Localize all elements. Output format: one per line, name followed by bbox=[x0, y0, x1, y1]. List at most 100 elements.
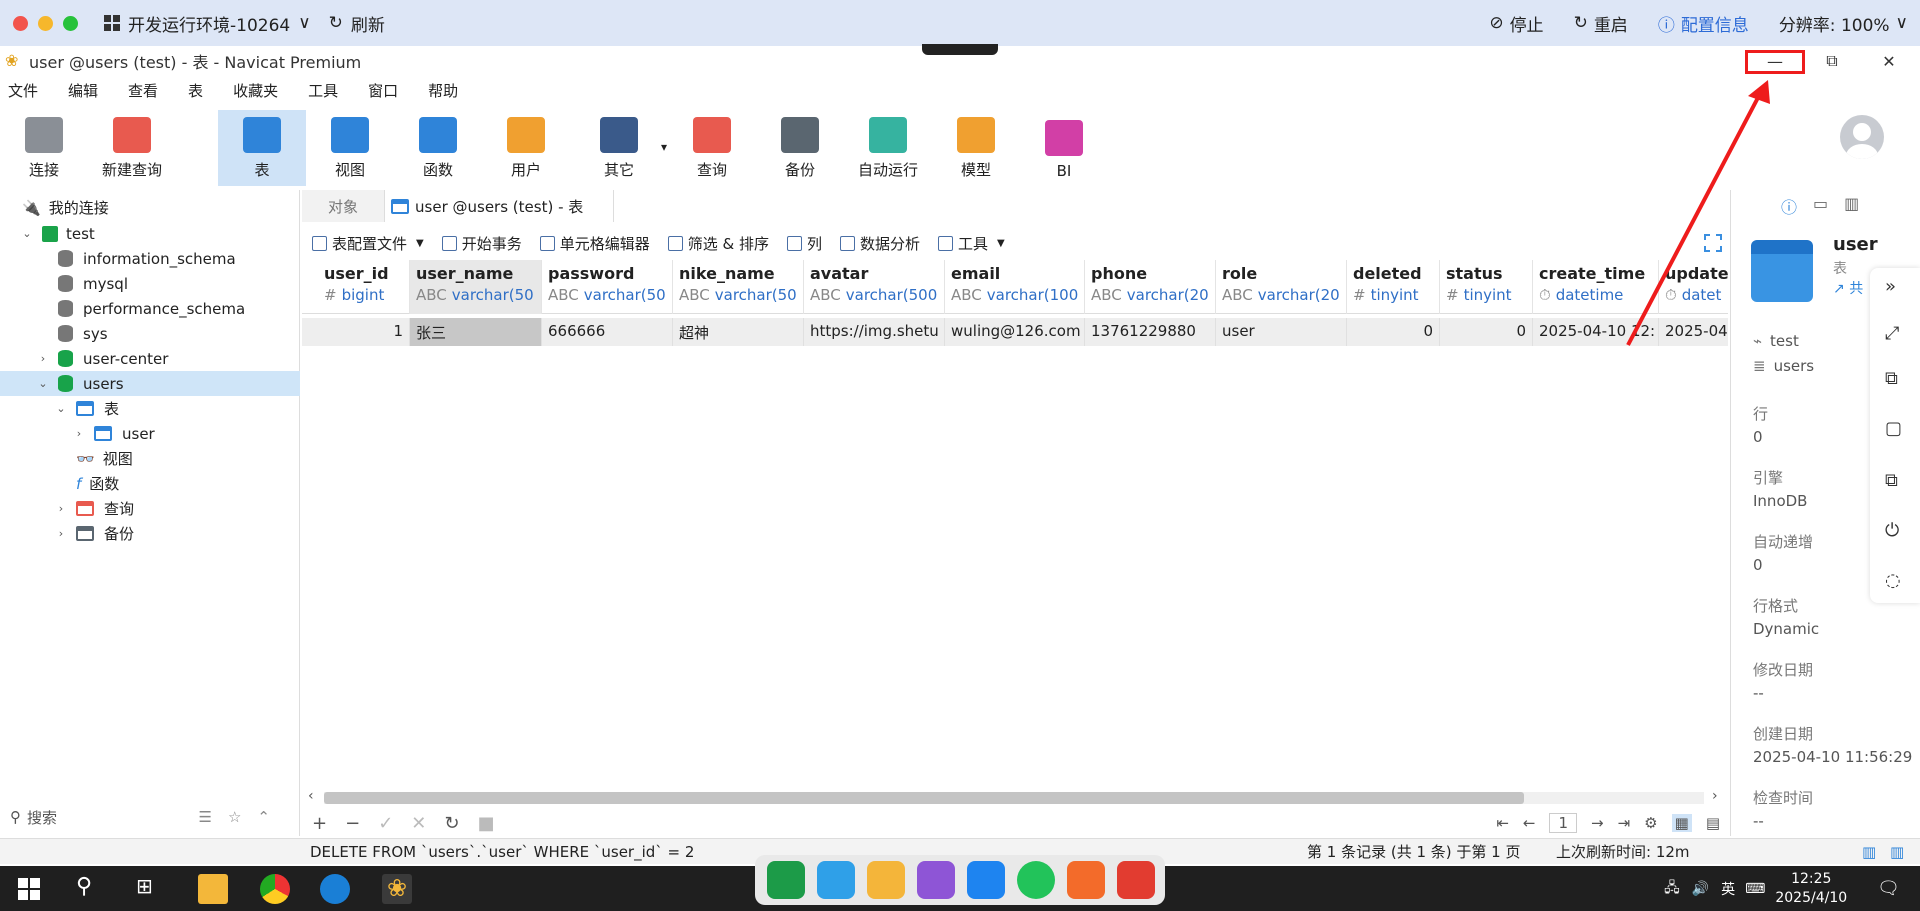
page-number-input[interactable]: 1 bbox=[1549, 813, 1578, 833]
refresh-button[interactable]: 刷新 bbox=[351, 11, 385, 36]
table-row[interactable]: 1 张三 666666 超神 https://img.shetu wuling@126.c… bbox=[302, 318, 1728, 346]
discard-icon[interactable]: ✕ bbox=[411, 813, 426, 834]
refresh-icon[interactable]: ↻ bbox=[329, 13, 343, 33]
column-header[interactable]: phone ABC varchar(20) bbox=[1085, 260, 1216, 314]
toolbar-button-7[interactable]: 查询 bbox=[668, 110, 756, 186]
dock-monitor-icon[interactable] bbox=[817, 861, 855, 899]
table-cell[interactable]: 0 bbox=[1440, 318, 1533, 346]
next-page-icon[interactable]: → bbox=[1591, 814, 1604, 832]
add-row-icon[interactable]: + bbox=[312, 813, 327, 834]
toolbar-button-5[interactable]: 用户 bbox=[482, 110, 570, 186]
table-cell[interactable]: https://img.shetu bbox=[804, 318, 945, 346]
toolbar-button-9[interactable]: 自动运行 bbox=[844, 110, 932, 186]
filter-icon[interactable]: ☰ bbox=[199, 808, 212, 826]
collapse-icon[interactable]: ⌃ bbox=[257, 808, 270, 826]
restore-button[interactable]: ⧉ bbox=[1803, 48, 1861, 74]
power-icon[interactable]: ⏻ bbox=[1885, 520, 1899, 541]
tree-db-performance-schema[interactable]: performance_schema bbox=[0, 296, 300, 321]
resolution-selector[interactable]: 分辨率: 100% ∨ bbox=[1779, 11, 1908, 36]
table-cell[interactable]: 超神 bbox=[673, 318, 804, 346]
column-header[interactable]: user_name ABC varchar(50) bbox=[410, 260, 542, 314]
layout-icon[interactable]: ▥ bbox=[1844, 194, 1859, 218]
tools-button[interactable]: 工具 ▼ bbox=[938, 233, 1005, 254]
maximize-dot[interactable] bbox=[63, 15, 78, 31]
fullscreen-icon[interactable] bbox=[1704, 234, 1722, 252]
begin-transaction-button[interactable]: 开始事务 bbox=[441, 233, 522, 254]
toolbar-button-10[interactable]: 模型 bbox=[932, 110, 1020, 186]
panel-right-icon[interactable]: ▥ bbox=[1890, 843, 1904, 861]
menu-tools[interactable]: 工具 bbox=[308, 80, 338, 102]
toolbar-button-4[interactable]: 函数 bbox=[394, 110, 482, 186]
tree-folder-backups[interactable]: › 备份 bbox=[0, 521, 300, 546]
file-explorer-icon[interactable] bbox=[198, 874, 228, 904]
toolbar-button-1[interactable]: 新建查询 bbox=[88, 110, 176, 186]
tree-search-box[interactable]: ⚲ 搜索 ☰ ☆ ⌃ bbox=[0, 798, 300, 836]
tab-objects[interactable]: 对象 bbox=[302, 190, 386, 222]
dock-sign-icon[interactable] bbox=[767, 861, 805, 899]
share-link[interactable]: ↗ 共 bbox=[1833, 278, 1863, 298]
config-button[interactable]: ⓘ 配置信息 bbox=[1658, 11, 1749, 36]
star-icon[interactable]: ☆ bbox=[228, 808, 241, 826]
column-header[interactable]: password ABC varchar(50) bbox=[542, 260, 673, 314]
delete-row-icon[interactable]: − bbox=[345, 813, 360, 834]
table-cell[interactable]: 2025-04-10 12: bbox=[1533, 318, 1659, 346]
table-cell[interactable]: 0 bbox=[1347, 318, 1440, 346]
volume-icon[interactable]: 🔊 bbox=[1692, 881, 1709, 897]
info-icon[interactable]: ⓘ bbox=[1781, 194, 1797, 218]
table-cell[interactable]: 张三 bbox=[410, 318, 542, 346]
menu-view[interactable]: 查看 bbox=[128, 80, 158, 102]
navicat-icon[interactable]: ❀ bbox=[382, 874, 412, 904]
stop-icon[interactable]: ■ bbox=[477, 813, 494, 834]
prev-page-icon[interactable]: ← bbox=[1523, 814, 1536, 832]
chrome-icon[interactable] bbox=[260, 874, 290, 904]
menu-help[interactable]: 帮助 bbox=[428, 80, 458, 102]
toolbar-button-6[interactable]: 其它 ▾ bbox=[575, 110, 667, 186]
menu-edit[interactable]: 编辑 bbox=[68, 80, 98, 102]
toolbar-button-8[interactable]: 备份 bbox=[756, 110, 844, 186]
edge-icon[interactable] bbox=[320, 874, 350, 904]
tree-db-user-center[interactable]: › user-center bbox=[0, 346, 300, 371]
ime-indicator[interactable]: 英 bbox=[1721, 879, 1735, 899]
grid-view-icon[interactable]: ▦ bbox=[1671, 814, 1692, 832]
columns-button[interactable]: 列 bbox=[786, 233, 822, 254]
scroll-thumb[interactable] bbox=[324, 792, 1524, 804]
minimize-dot[interactable] bbox=[38, 15, 53, 31]
first-page-icon[interactable]: ⇤ bbox=[1496, 814, 1509, 832]
env-selector[interactable]: 开发运行环境-10264 bbox=[128, 11, 290, 36]
search-icon[interactable]: ⚲ bbox=[76, 874, 106, 904]
dock-power-icon[interactable] bbox=[1117, 861, 1155, 899]
network-icon[interactable]: 🖧 bbox=[1664, 877, 1680, 901]
stop-button[interactable]: ⊘ 停止 bbox=[1489, 11, 1543, 36]
horizontal-scrollbar[interactable]: ‹ › bbox=[302, 788, 1728, 806]
table-cell[interactable]: 13761229880 bbox=[1085, 318, 1216, 346]
copy-icon[interactable]: ⧉ bbox=[1885, 470, 1898, 491]
split-icon[interactable]: ⧉ bbox=[1885, 368, 1898, 389]
tree-folder-queries[interactable]: › 查询 bbox=[0, 496, 300, 521]
column-header[interactable]: status # tinyint bbox=[1440, 260, 1533, 314]
toolbar-button-2[interactable]: 表 bbox=[218, 110, 306, 186]
last-page-icon[interactable]: ⇥ bbox=[1618, 814, 1631, 832]
data-analysis-button[interactable]: 数据分析 bbox=[840, 233, 920, 254]
tree-folder-tables[interactable]: ⌄ 表 bbox=[0, 396, 300, 421]
dock-settings-icon[interactable] bbox=[1067, 861, 1105, 899]
keyboard-icon[interactable]: ⌨ bbox=[1745, 881, 1765, 897]
avatar[interactable] bbox=[1840, 115, 1884, 159]
tree-table-user[interactable]: › user bbox=[0, 421, 300, 446]
column-header[interactable]: email ABC varchar(100) bbox=[945, 260, 1085, 314]
chevron-down-icon[interactable]: ▾ bbox=[661, 140, 667, 154]
notification-icon[interactable]: 🗨 bbox=[1877, 878, 1900, 899]
table-profile-button[interactable]: 表配置文件 ▼ bbox=[312, 233, 424, 254]
menu-window[interactable]: 窗口 bbox=[368, 80, 398, 102]
column-header[interactable]: user_id # bigint bbox=[318, 260, 410, 314]
column-header[interactable]: deleted # tinyint bbox=[1347, 260, 1440, 314]
ddl-icon[interactable]: ▭ bbox=[1813, 194, 1828, 218]
column-header[interactable]: nike_name ABC varchar(50) bbox=[673, 260, 804, 314]
toolbar-button-3[interactable]: 视图 bbox=[306, 110, 394, 186]
form-view-icon[interactable]: ▤ bbox=[1706, 814, 1720, 832]
chevron-down-icon[interactable]: ∨ bbox=[298, 13, 310, 33]
toolbar-button-0[interactable]: 连接 bbox=[0, 110, 88, 186]
menu-favorites[interactable]: 收藏夹 bbox=[233, 80, 278, 102]
tree-folder-functions[interactable]: f 函数 bbox=[0, 471, 300, 496]
refresh-icon[interactable]: ↻ bbox=[444, 813, 459, 834]
dock-ai-icon[interactable] bbox=[967, 861, 1005, 899]
